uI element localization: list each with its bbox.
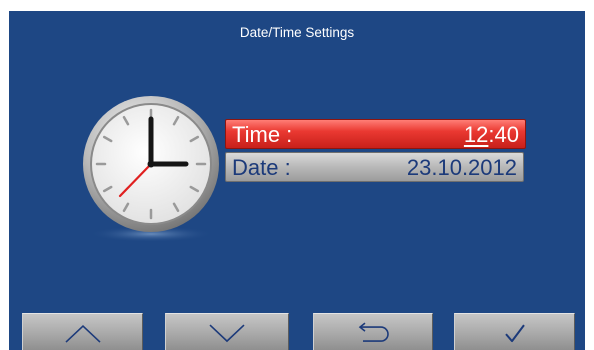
time-hour[interactable]: 12 <box>464 122 488 147</box>
date-value[interactable]: 23.10.2012 <box>407 155 517 181</box>
chevron-down-icon <box>209 324 245 343</box>
time-value[interactable]: 12:40 <box>464 122 519 148</box>
page-title: Date/Time Settings <box>239 25 355 40</box>
time-label: Time : <box>232 122 293 147</box>
checkmark-icon <box>504 324 525 343</box>
date-field[interactable]: Date : 23.10.2012 <box>225 152 524 182</box>
down-button[interactable] <box>165 313 289 350</box>
up-button[interactable] <box>22 313 143 350</box>
time-minute[interactable]: 40 <box>495 122 519 147</box>
chevron-up-icon <box>64 325 101 343</box>
settings-screen: Date/Time Settings Time: 12:40 Date: 2… <box>9 11 585 350</box>
confirm-button[interactable] <box>454 313 575 350</box>
clock-icon <box>83 96 219 242</box>
time-field[interactable]: Time : 12:40 <box>225 119 526 149</box>
return-arrow-icon <box>358 322 389 342</box>
back-button[interactable] <box>313 313 433 350</box>
date-label: Date : <box>232 155 291 180</box>
